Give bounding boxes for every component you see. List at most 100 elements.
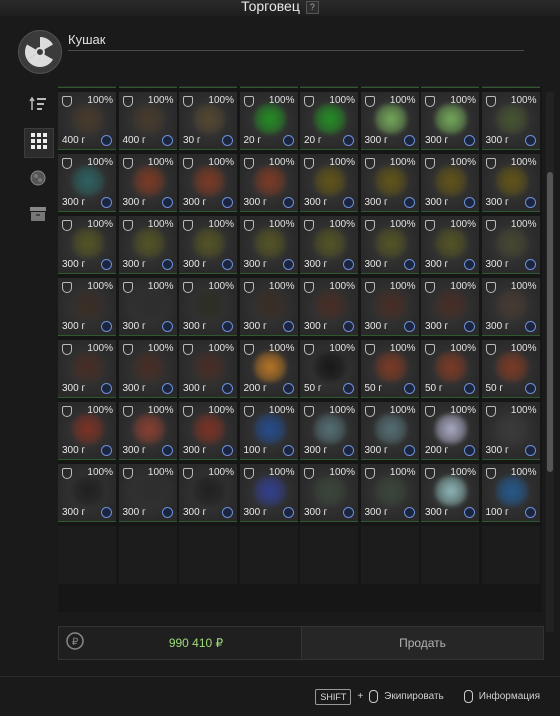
item-slot[interactable]: 100%300 г [481,278,540,336]
item-slot[interactable]: 100%300 г [179,340,237,398]
item-slot[interactable]: 100%300 г [58,464,116,522]
item-image [132,104,165,134]
item-slot[interactable]: 100%300 г [58,340,116,398]
item-slot[interactable]: 100%300 г [179,402,237,460]
refund-button[interactable]: ₽ [59,627,91,659]
item-slot[interactable]: 100%300 г [300,402,358,460]
item-slot[interactable]: 100% 200 г [239,340,298,398]
item-slot[interactable]: 100%300 г [360,464,419,522]
item-slot[interactable]: 100% 50 г [360,340,419,398]
item-slot[interactable]: 100% 50 г [300,340,358,398]
empty-slot[interactable] [300,526,358,584]
item-slot[interactable]: 100%400 г [421,86,479,88]
item-slot[interactable]: 100% 100 г [481,464,540,522]
item-slot[interactable]: 100%300 г [481,92,540,150]
empty-slot[interactable] [179,526,237,584]
item-slot[interactable]: 100%300 г [421,92,479,150]
item-slot[interactable]: 100%300 г [58,216,116,274]
item-slot[interactable]: 100%300 г [179,216,237,274]
item-weight: 300 г [62,259,86,270]
shield-icon [243,468,254,479]
clock-icon [161,383,173,394]
item-slot[interactable]: 100%300 г [239,278,298,336]
empty-slot[interactable] [58,526,116,584]
artifact-category-button[interactable] [24,166,52,194]
item-slot[interactable]: 100%300 г [118,154,177,212]
item-slot[interactable]: 100% 20 г [239,92,298,150]
item-slot[interactable]: 100%300 г [481,216,540,274]
item-slot[interactable]: 100%300 г [118,216,177,274]
item-weight: 300 г [62,445,86,456]
item-slot[interactable]: 100% 50 г [481,340,540,398]
item-slot[interactable]: 100%300 г [360,92,419,150]
item-slot[interactable]: 100% 100 г [239,402,298,460]
item-slot[interactable]: 100%300 г [58,278,116,336]
item-slot[interactable]: 100%400 г [58,92,116,150]
item-weight: 300 г [304,507,328,518]
item-slot[interactable]: 100%300 г [58,402,116,460]
container-category-button[interactable] [24,202,52,230]
clock-icon [222,197,233,208]
item-durability: 100% [87,467,113,478]
item-slot[interactable]: 100%400 г [481,86,540,88]
item-slot[interactable]: 100%400 г [118,92,177,150]
item-slot[interactable]: 100%300 г [239,464,298,522]
item-slot[interactable]: 100%300 г [481,402,540,460]
item-slot[interactable]: 100% 30 г [179,92,237,150]
item-slot[interactable]: 100%300 г [360,402,419,460]
item-slot[interactable]: 100%300 г [300,278,358,336]
clock-icon [161,135,173,146]
item-slot[interactable]: 100%300 г [118,86,177,88]
scrollbar[interactable] [546,92,554,632]
empty-slot[interactable] [421,526,479,584]
item-slot[interactable]: 100%300 г [239,216,298,274]
item-grid: 100%300 г100%300 г100%300 г100%300 г100%… [58,86,540,584]
item-slot[interactable]: 100%300 г [421,154,479,212]
sort-button[interactable] [24,92,52,120]
item-slot[interactable]: 100%300 г [58,86,116,88]
item-slot[interactable]: 100%300 г [58,154,116,212]
clock-icon [403,197,415,208]
help-button[interactable]: ? [305,0,319,14]
item-slot[interactable]: 100%300 г [421,216,479,274]
empty-slot[interactable] [118,526,177,584]
item-slot[interactable]: 100%300 г [360,154,419,212]
item-slot[interactable]: 100%300 г [179,464,237,522]
sell-button[interactable]: Продать [301,627,543,659]
item-slot[interactable]: 100%300 г [118,278,177,336]
item-slot[interactable]: 100%300 г [118,402,177,460]
grid-view-button[interactable] [24,128,54,158]
empty-slot[interactable] [481,526,540,584]
item-slot[interactable]: 100% 50 г [421,340,479,398]
empty-slot[interactable] [360,526,419,584]
shield-icon [183,406,193,417]
item-durability: 100% [329,219,355,230]
item-slot[interactable]: 100%300 г [360,278,419,336]
item-slot[interactable]: 100%300 г [421,278,479,336]
item-slot[interactable]: 100%300 г [481,154,540,212]
shield-icon [122,468,133,479]
item-slot[interactable]: 100%300 г [300,154,358,212]
item-slot[interactable]: 100%300 г [179,278,237,336]
shield-icon [364,406,375,417]
item-slot[interactable]: 100%300 г [179,86,237,88]
scrollbar-thumb[interactable] [547,172,553,472]
item-slot[interactable]: 100%400 г [360,86,419,88]
shield-icon [183,344,193,355]
item-slot[interactable]: 100%300 г [239,86,298,88]
item-durability: 100% [208,405,234,416]
item-slot[interactable]: 100%300 г [300,464,358,522]
item-slot[interactable]: 100%300 г [421,464,479,522]
item-slot[interactable]: 100%300 г [118,340,177,398]
item-image [253,290,286,320]
item-slot[interactable]: 100%300 г [300,216,358,274]
item-slot[interactable]: 100% 20 г [300,92,358,150]
empty-slot[interactable] [239,526,298,584]
item-slot[interactable]: 100%300 г [118,464,177,522]
item-slot[interactable]: 100%1 кг [300,86,358,88]
item-slot[interactable]: 100%300 г [239,154,298,212]
item-slot[interactable]: 100% 200 г [421,402,479,460]
item-slot[interactable]: 100%300 г [179,154,237,212]
item-slot[interactable]: 100%300 г [360,216,419,274]
item-weight: 300 г [425,259,449,270]
